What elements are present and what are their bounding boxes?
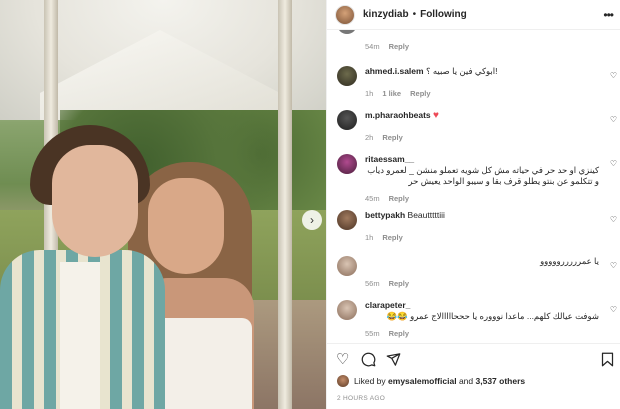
comment-item: ritaessam__ كينزي او حد حر في حياته مش ك… — [337, 154, 617, 204]
heart-icon[interactable]: ♡ — [610, 159, 617, 168]
comment-meta: 54m Reply — [365, 42, 409, 51]
boy-face — [52, 145, 138, 257]
post-header: kinzydiab • Following ••• — [327, 0, 620, 30]
post-sidebar: kinzydiab • Following ••• 54m Reply ahmed… — [326, 0, 620, 409]
avatar[interactable] — [337, 210, 357, 230]
reply-button[interactable]: Reply — [410, 89, 430, 98]
comment-meta: 2h Reply — [365, 132, 599, 143]
comment-time: 56m — [365, 279, 380, 288]
comment-text: Beautttttiii — [407, 210, 445, 220]
reply-button[interactable]: Reply — [389, 329, 409, 338]
reply-button[interactable]: Reply — [389, 279, 409, 288]
paper-plane-icon[interactable] — [386, 352, 401, 370]
comment-likes[interactable]: 1 like — [382, 89, 401, 98]
heart-icon[interactable]: ♡ — [610, 115, 617, 124]
comment-text: ابوكي فين يا صبيه ؟! — [425, 66, 498, 76]
reply-button[interactable]: Reply — [389, 194, 409, 203]
comment-time: 54m — [365, 42, 380, 51]
comment-item: clarapeter_ شوفت عيالك كلهم... ماعدا نوو… — [337, 300, 617, 339]
post-actions: ♡ — [327, 343, 620, 373]
comment-meta: 1h 1 like Reply — [365, 88, 599, 99]
comment-item: m.pharaohbeats ♥ 2h Reply ♡ — [337, 110, 617, 143]
post-photo[interactable]: › — [0, 0, 326, 409]
red-heart-icon: ♥ — [433, 110, 439, 121]
heart-icon[interactable]: ♡ — [336, 352, 349, 367]
comment-time: 1h — [365, 89, 374, 98]
post-username[interactable]: kinzydiab — [363, 9, 409, 20]
comment-item: يا عمرررررووووو 56m Reply ♡ — [337, 256, 617, 289]
avatar[interactable] — [337, 154, 357, 174]
comments-list[interactable]: 54m Reply ahmed.i.salem ابوكي فين يا صبيه… — [327, 30, 620, 343]
comment-meta: 56m Reply — [365, 278, 599, 289]
likes-others[interactable]: 3,537 others — [476, 376, 526, 386]
avatar[interactable] — [337, 300, 357, 320]
comment-text: يا عمرررررووووو — [540, 256, 599, 266]
reply-button[interactable]: Reply — [389, 42, 409, 51]
likes-prefix: Liked by — [354, 376, 386, 386]
comment-time: 1h — [365, 233, 374, 242]
heart-icon[interactable]: ♡ — [610, 71, 617, 80]
avatar[interactable] — [337, 375, 349, 387]
heart-icon[interactable]: ♡ — [610, 261, 617, 270]
chevron-right-icon[interactable]: › — [302, 210, 322, 230]
comment-meta: 45m Reply — [365, 193, 599, 204]
comment-time: 45m — [365, 194, 380, 203]
separator-dot: • — [412, 9, 417, 20]
comment-time: 55m — [365, 329, 380, 338]
comment-username[interactable]: bettypakh — [365, 210, 405, 220]
reply-button[interactable]: Reply — [382, 233, 402, 242]
boy-shirt — [60, 262, 100, 409]
comment-item: bettypakh Beautttttiii 1h Reply ♡ — [337, 210, 617, 243]
bookmark-icon[interactable] — [601, 352, 614, 370]
heart-icon[interactable]: ♡ — [610, 215, 617, 224]
likes-middle: and — [458, 376, 474, 386]
comment-text: شوفت عيالك كلهم... ماعدا نوووره يا حححاا… — [386, 311, 599, 321]
heart-icon[interactable]: ♡ — [610, 305, 617, 314]
liker-username[interactable]: emysalemofficial — [388, 376, 457, 386]
avatar[interactable] — [337, 66, 357, 86]
comment-text: كينزي او حد حر في حياته مش كل شويه تعملو… — [367, 165, 599, 186]
comment-icon[interactable] — [361, 352, 376, 370]
comment-meta: 55m Reply — [365, 328, 599, 339]
avatar — [337, 30, 357, 34]
girl-face — [148, 178, 224, 274]
tent-pole-right — [278, 0, 292, 409]
avatar[interactable] — [335, 4, 355, 25]
comment-item: ahmed.i.salem ابوكي فين يا صبيه ؟! 1h 1 l… — [337, 66, 617, 99]
following-button[interactable]: Following — [420, 9, 467, 20]
comment-time: 2h — [365, 133, 374, 142]
comment-username[interactable]: ritaessam__ — [365, 154, 414, 164]
more-horizontal-icon[interactable]: ••• — [603, 8, 614, 22]
comment-username[interactable]: clarapeter_ — [365, 300, 410, 310]
comment-username[interactable]: m.pharaohbeats — [365, 110, 431, 120]
likes-summary: Liked by emysalemofficial and 3,537 othe… — [337, 375, 525, 387]
comment-username[interactable]: ahmed.i.salem — [365, 66, 424, 76]
avatar[interactable] — [337, 256, 357, 276]
reply-button[interactable]: Reply — [382, 133, 402, 142]
post-timestamp: 2 HOURS AGO — [337, 395, 386, 402]
avatar[interactable] — [337, 110, 357, 130]
comment-meta: 1h Reply — [365, 232, 599, 243]
